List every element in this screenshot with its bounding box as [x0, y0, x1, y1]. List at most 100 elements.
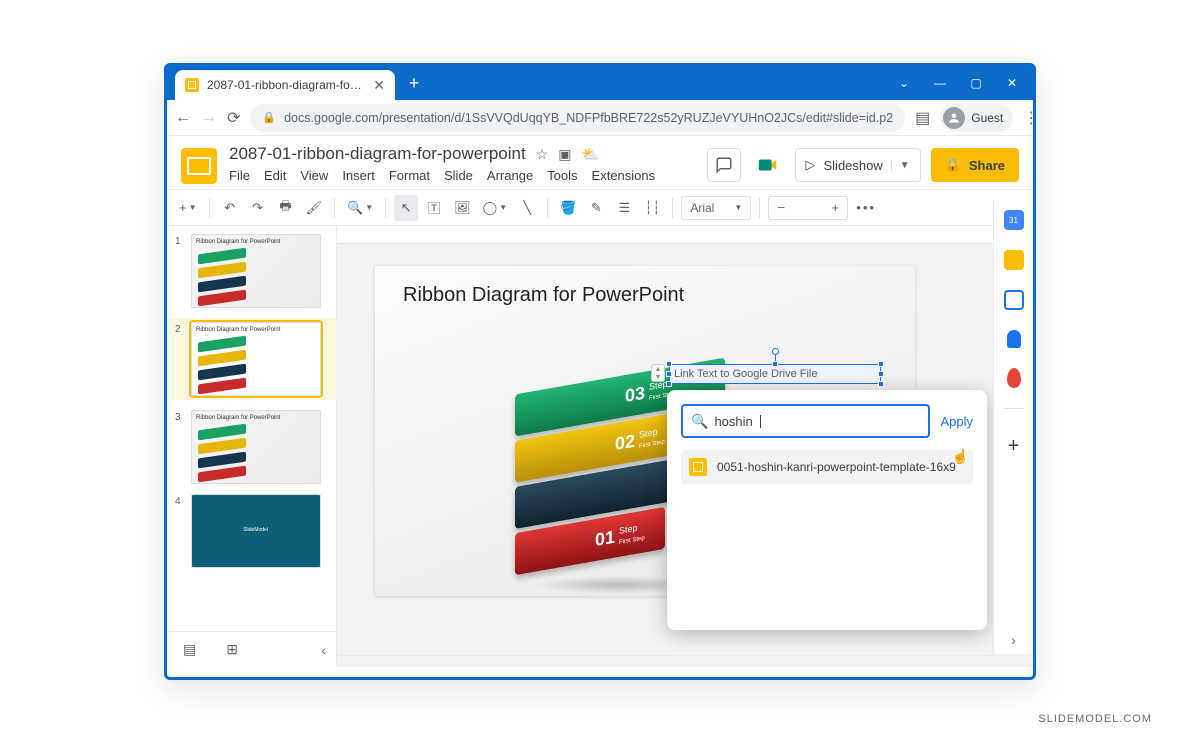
redo-button[interactable]: ↷ — [246, 195, 270, 221]
maps-icon[interactable] — [1007, 368, 1021, 388]
profile-button[interactable]: Guest — [940, 104, 1013, 132]
zoom-button[interactable]: 🔍▼ — [343, 195, 377, 221]
new-slide-button[interactable]: +▼ — [175, 195, 201, 221]
border-weight-button[interactable]: ☰ — [612, 195, 636, 221]
font-size-stepper[interactable]: − + — [768, 196, 848, 220]
omnibox[interactable]: 🔒 docs.google.com/presentation/d/1SsVVQd… — [250, 104, 905, 132]
link-search-result[interactable]: 0051-hoshin-kanri-powerpoint-template-16… — [681, 450, 973, 484]
slideshow-dropdown-icon[interactable]: ▼ — [891, 160, 910, 171]
pointer-cursor-icon: ☝ — [952, 448, 969, 465]
menu-arrange[interactable]: Arrange — [487, 168, 533, 183]
horizontal-ruler — [337, 226, 1033, 244]
filmstrip-view-icon[interactable]: ▤ — [183, 641, 196, 658]
kebab-menu-icon[interactable]: ⋮ — [1023, 108, 1036, 128]
reload-icon[interactable]: ⟳ — [227, 108, 240, 128]
tab-title: 2087-01-ribbon-diagram-for-po — [207, 78, 365, 92]
menu-extensions[interactable]: Extensions — [592, 168, 656, 183]
reading-list-icon[interactable]: ▤ — [915, 108, 930, 128]
new-tab-button[interactable]: + — [401, 70, 427, 96]
url-bar: ← → ⟳ 🔒 docs.google.com/presentation/d/1… — [167, 100, 1033, 136]
print-button[interactable]: 🖶 — [274, 195, 298, 221]
slide-thumbnail-4[interactable]: SlideModel — [191, 494, 321, 568]
calendar-icon[interactable] — [1004, 210, 1024, 230]
link-search-input[interactable]: 🔍 hoshin — [681, 404, 930, 438]
filmstrip-column: 1 Ribbon Diagram for PowerPoint 2 Ribbon… — [167, 226, 337, 667]
menu-tools[interactable]: Tools — [547, 168, 577, 183]
keep-icon[interactable] — [1004, 250, 1024, 270]
close-window-icon[interactable]: ✕ — [1005, 76, 1019, 90]
slideshow-label: Slideshow — [824, 158, 883, 173]
slide-thumbnail-3[interactable]: Ribbon Diagram for PowerPoint — [191, 410, 321, 484]
menu-file[interactable]: File — [229, 168, 250, 183]
share-button[interactable]: 🔒 Share — [931, 148, 1019, 182]
slide-heading[interactable]: Ribbon Diagram for PowerPoint — [375, 266, 915, 307]
cloud-status-icon[interactable]: ⛅ — [582, 146, 599, 163]
selection-handle[interactable] — [666, 361, 672, 367]
back-icon[interactable]: ← — [175, 109, 191, 127]
paint-format-button[interactable]: 🖌 — [302, 195, 327, 221]
more-tools-button[interactable]: ••• — [852, 195, 880, 221]
selection-handle[interactable] — [666, 381, 672, 387]
slide-number: 3 — [175, 410, 185, 484]
comments-button[interactable] — [707, 148, 741, 182]
menu-edit[interactable]: Edit — [264, 168, 286, 183]
menu-slide[interactable]: Slide — [444, 168, 473, 183]
selection-handle[interactable] — [878, 381, 884, 387]
font-size-increase[interactable]: + — [823, 200, 847, 215]
maximize-icon[interactable]: ▢ — [969, 76, 983, 90]
search-icon: 🔍 — [691, 413, 708, 430]
fill-color-button[interactable]: 🪣 — [556, 195, 580, 221]
selection-handle[interactable] — [878, 361, 884, 367]
collapse-filmstrip-icon[interactable]: ‹ — [321, 642, 326, 658]
border-color-button[interactable]: ✎ — [584, 195, 608, 221]
insert-link-popup: 🔍 hoshin Apply 0051-hoshin-kanri-powerpo… — [667, 390, 987, 630]
browser-tab[interactable]: 2087-01-ribbon-diagram-for-po ✕ — [175, 70, 395, 100]
close-tab-icon[interactable]: ✕ — [373, 77, 385, 94]
slideshow-button[interactable]: ▷ Slideshow ▼ — [795, 148, 921, 182]
selection-handle[interactable] — [878, 371, 884, 377]
workspace: 1 Ribbon Diagram for PowerPoint 2 Ribbon… — [167, 226, 1033, 667]
menu-view[interactable]: View — [300, 168, 328, 183]
line-tool[interactable]: ╲ — [515, 195, 539, 221]
minimize-icon[interactable]: — — [933, 76, 947, 90]
indent-handle-icon[interactable]: ▲▼ — [651, 364, 665, 382]
font-family-select[interactable]: Arial▼ — [681, 196, 751, 220]
filmstrip[interactable]: 1 Ribbon Diagram for PowerPoint 2 Ribbon… — [167, 226, 337, 631]
slide-thumbnail-2[interactable]: Ribbon Diagram for PowerPoint — [191, 322, 321, 396]
meet-button[interactable] — [751, 148, 785, 182]
star-icon[interactable]: ☆ — [536, 146, 549, 163]
slides-logo-icon[interactable] — [181, 148, 217, 184]
url-text: docs.google.com/presentation/d/1SsVVQdUq… — [284, 111, 893, 125]
menu-format[interactable]: Format — [389, 168, 430, 183]
grid-view-icon[interactable]: ⊞ — [226, 641, 238, 658]
tasks-icon[interactable] — [1004, 290, 1024, 310]
chevron-down-icon[interactable]: ⌄ — [897, 76, 911, 90]
lock-icon: 🔒 — [945, 157, 961, 173]
apply-link-button[interactable]: Apply — [940, 414, 973, 429]
shape-tool[interactable]: ◯▼ — [479, 195, 511, 221]
font-size-decrease[interactable]: − — [769, 200, 793, 215]
forward-icon[interactable]: → — [201, 109, 217, 127]
browser-window: 2087-01-ribbon-diagram-for-po ✕ + ⌄ — ▢ … — [164, 63, 1036, 680]
textbox-tool[interactable]: 🅃 — [422, 195, 446, 221]
select-tool[interactable]: ↖ — [394, 195, 418, 221]
undo-button[interactable]: ↶ — [218, 195, 242, 221]
hide-sidepanel-icon[interactable]: › — [1011, 632, 1016, 648]
move-icon[interactable]: ▣ — [558, 146, 571, 163]
play-icon: ▷ — [806, 157, 816, 173]
selection-handle[interactable] — [772, 361, 778, 367]
border-dash-button[interactable]: ┆┆ — [640, 195, 664, 221]
titlebar: 2087-01-ribbon-diagram-for-po ✕ + ⌄ — ▢ … — [167, 66, 1033, 100]
result-filename: 0051-hoshin-kanri-powerpoint-template-16… — [717, 460, 956, 474]
add-addon-button[interactable]: + — [1008, 435, 1020, 458]
slide-thumbnail-1[interactable]: Ribbon Diagram for PowerPoint — [191, 234, 321, 308]
selection-handle[interactable] — [666, 371, 672, 377]
contacts-icon[interactable] — [1007, 330, 1021, 348]
document-title[interactable]: 2087-01-ribbon-diagram-for-powerpoint — [229, 144, 526, 164]
menu-insert[interactable]: Insert — [342, 168, 375, 183]
selected-textbox[interactable]: Link Text to Google Drive File — [669, 364, 881, 384]
canvas-area[interactable]: Ribbon Diagram for PowerPoint 03StepFirs… — [337, 226, 1033, 667]
image-tool[interactable]: 🖼 — [450, 195, 475, 221]
rotate-handle[interactable] — [772, 348, 779, 355]
avatar-icon — [943, 107, 965, 129]
